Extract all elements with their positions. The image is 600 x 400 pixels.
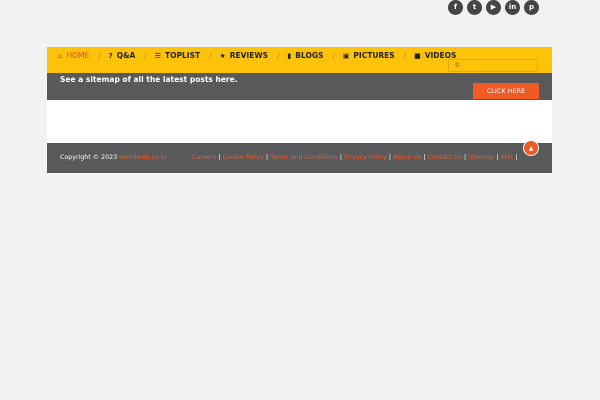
link-separator: | xyxy=(388,154,391,161)
sitemap-banner: See a sitemap of all the latest posts he… xyxy=(47,73,552,100)
content-area xyxy=(47,100,552,143)
nav-item-label: REVIEWS xyxy=(229,51,269,60)
nav-item-qa[interactable]: ? Q&A xyxy=(109,51,136,60)
search-input[interactable] xyxy=(459,60,534,71)
footer-link-terms[interactable]: Terms and Conditions xyxy=(270,154,338,161)
main-nav: ⌂ HOME / ? Q&A / ☰ TOPLIST / ★ REVIEWS /… xyxy=(47,47,552,73)
video-icon: ■ xyxy=(414,51,421,60)
nav-item-label: Q&A xyxy=(116,51,136,60)
footer-link-cookie-policy[interactable]: Cookie Policy xyxy=(222,154,264,161)
link-separator: | xyxy=(515,154,518,161)
search-box: ⚲ xyxy=(448,59,538,72)
back-to-top-button[interactable]: ▲ xyxy=(523,140,539,156)
nav-item-label: BLOGS xyxy=(295,51,324,60)
nav-separator: / xyxy=(277,51,280,60)
footer-links: Careers | Cookie Policy | Terms and Cond… xyxy=(192,154,520,161)
link-separator: | xyxy=(423,154,426,161)
chevron-up-icon: ▲ xyxy=(528,144,534,152)
footer: ▲ Copyright © 2023 worldweb.co.kr Career… xyxy=(47,140,552,173)
book-icon: ▮ xyxy=(287,51,292,60)
footer-link-contact[interactable]: Contact Us xyxy=(428,154,462,161)
click-here-button[interactable]: CLICK HERE xyxy=(473,83,539,99)
nav-separator: / xyxy=(209,51,212,60)
nav-item-label: HOME xyxy=(66,51,90,60)
page-container: ⌂ HOME / ? Q&A / ☰ TOPLIST / ★ REVIEWS /… xyxy=(47,47,552,173)
nav-separator: / xyxy=(144,51,147,60)
social-links: f t ▶ in p xyxy=(448,0,539,15)
nav-separator: / xyxy=(332,51,335,60)
nav-item-toplist[interactable]: ☰ TOPLIST xyxy=(155,51,200,60)
footer-link-careers[interactable]: Careers xyxy=(192,154,216,161)
home-icon: ⌂ xyxy=(58,51,63,60)
star-icon: ★ xyxy=(219,51,226,60)
pinterest-icon[interactable]: p xyxy=(524,0,539,15)
linkedin-icon[interactable]: in xyxy=(505,0,520,15)
footer-link-xml[interactable]: XML xyxy=(500,154,513,161)
site-link[interactable]: worldweb.co.kr xyxy=(119,154,167,161)
nav-separator: / xyxy=(98,51,101,60)
footer-link-privacy[interactable]: Privacy Policy xyxy=(344,154,387,161)
link-separator: | xyxy=(218,154,221,161)
picture-icon: ▣ xyxy=(342,51,350,60)
footer-link-about[interactable]: About Us xyxy=(393,154,422,161)
nav-item-home[interactable]: ⌂ HOME xyxy=(58,51,89,60)
link-separator: | xyxy=(339,154,342,161)
link-separator: | xyxy=(496,154,499,161)
youtube-icon[interactable]: ▶ xyxy=(486,0,501,15)
twitter-icon[interactable]: t xyxy=(467,0,482,15)
copyright-text: Copyright © 2023 xyxy=(60,154,118,161)
nav-item-label: PICTURES xyxy=(353,51,395,60)
list-icon: ☰ xyxy=(154,51,162,60)
footer-link-sitemap[interactable]: Sitemap xyxy=(468,154,494,161)
nav-item-label: TOPLIST xyxy=(165,51,201,60)
question-icon: ? xyxy=(108,51,113,60)
link-separator: | xyxy=(464,154,467,161)
nav-item-pictures[interactable]: ▣ PICTURES xyxy=(343,51,395,60)
copyright: Copyright © 2023 worldweb.co.kr xyxy=(60,154,167,161)
facebook-icon[interactable]: f xyxy=(448,0,463,15)
nav-separator: / xyxy=(403,51,407,60)
banner-text: See a sitemap of all the latest posts he… xyxy=(60,75,238,84)
nav-item-reviews[interactable]: ★ REVIEWS xyxy=(219,51,268,60)
link-separator: | xyxy=(265,154,269,161)
nav-item-blogs[interactable]: ▮ BLOGS xyxy=(287,51,323,60)
